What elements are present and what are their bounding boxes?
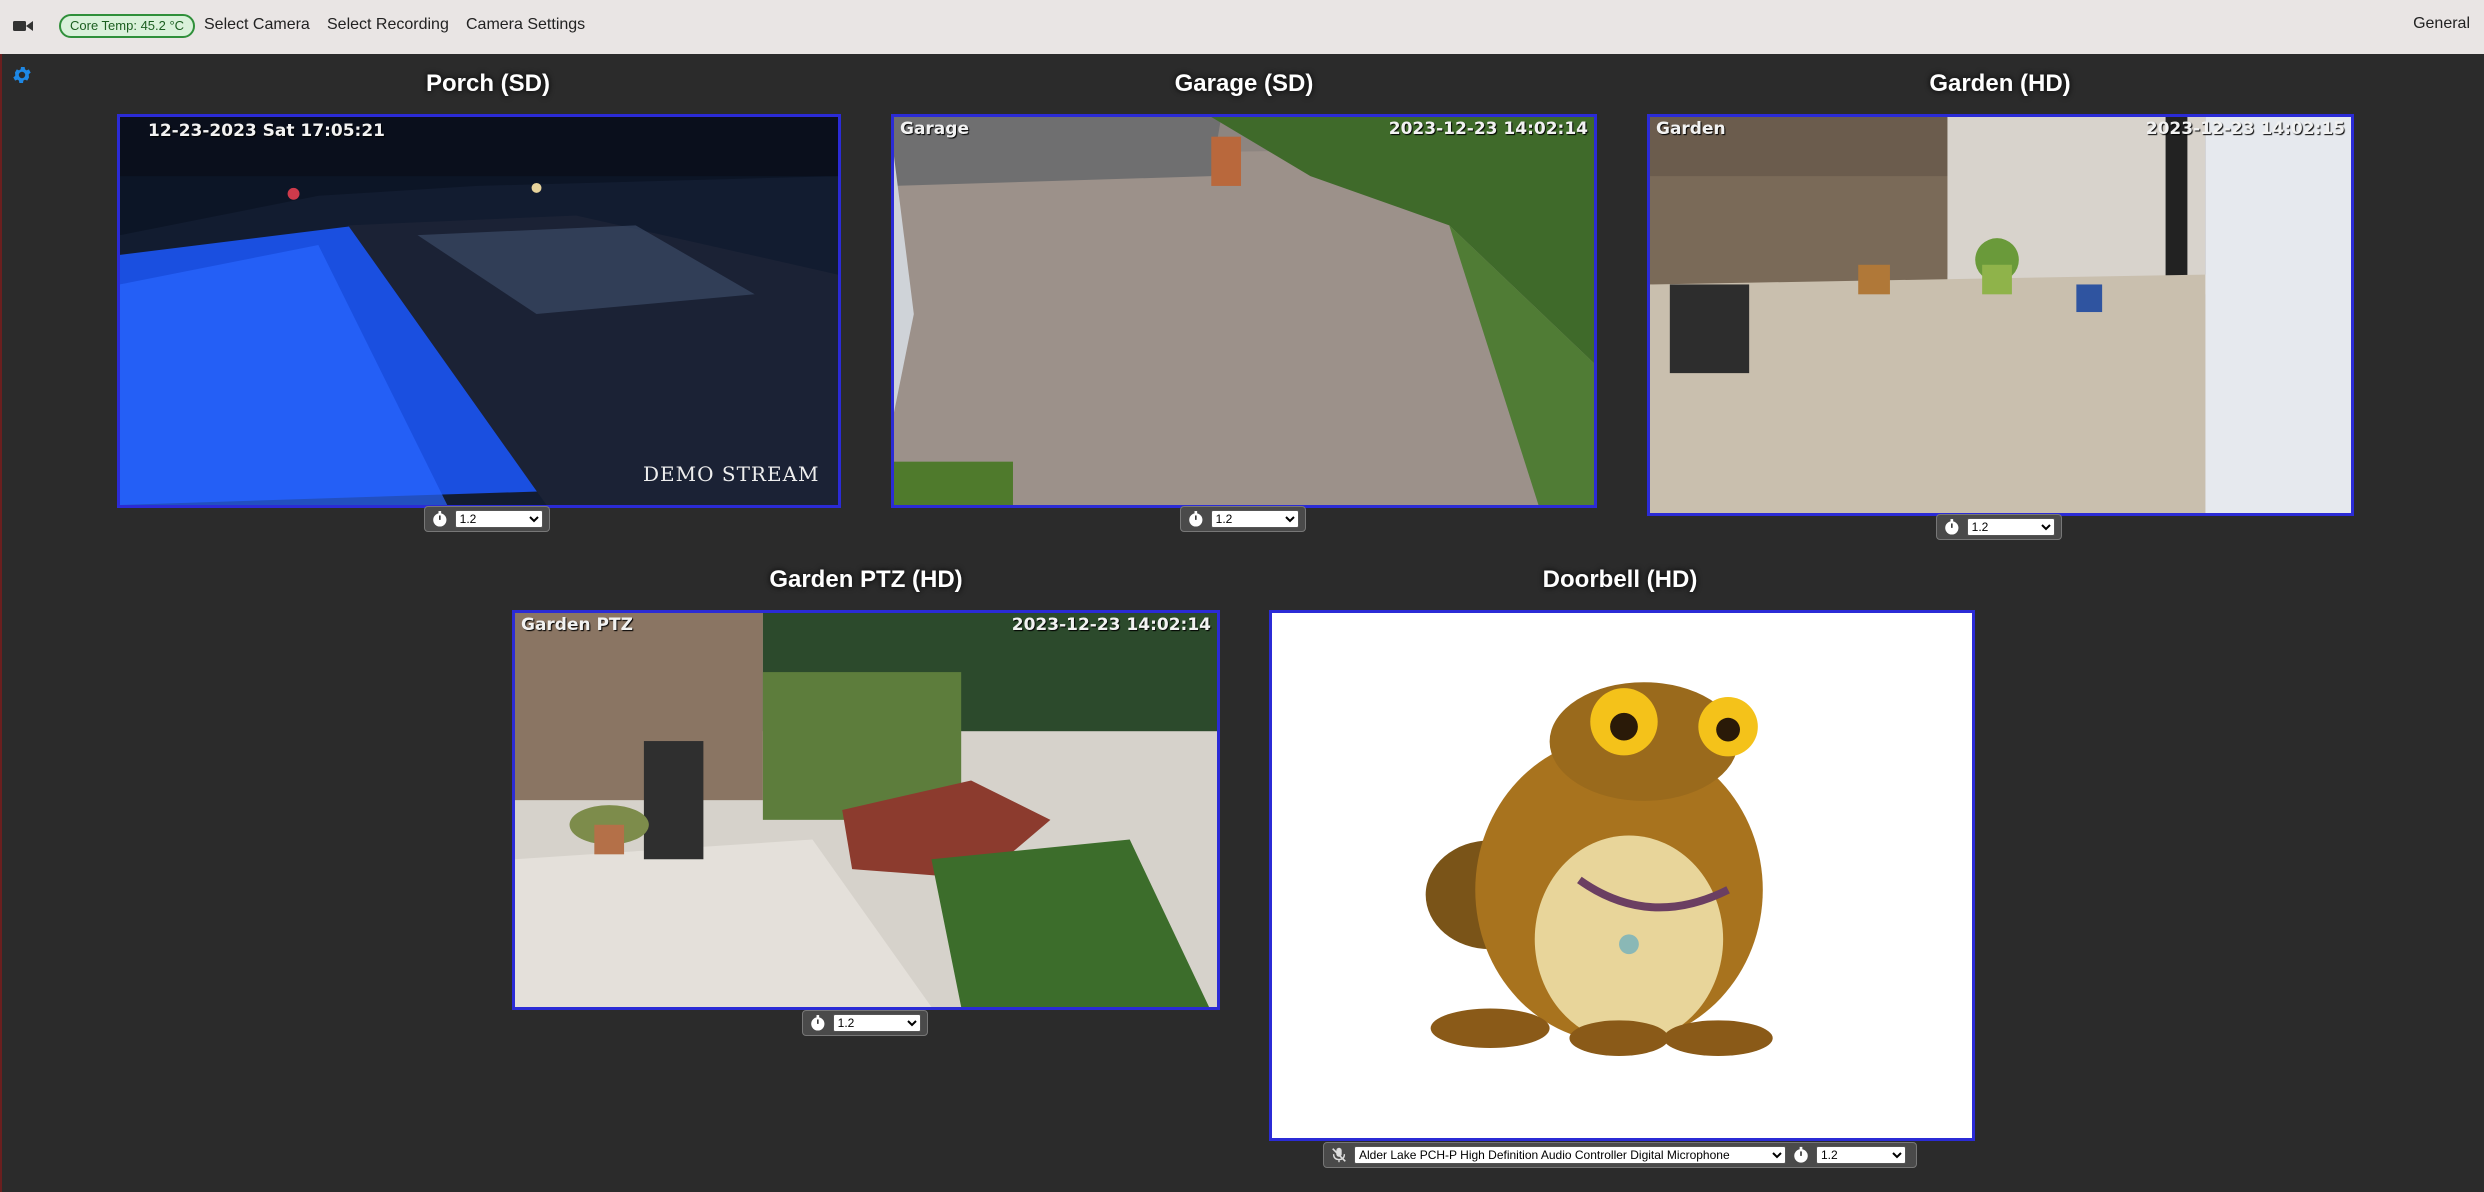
camera-feed-garage[interactable]: Garage 2023-12-23 14:02:14 [891,114,1597,508]
camera-title-garden-ptz: Garden PTZ (HD) [769,566,963,593]
camera-title-doorbell: Doorbell (HD) [1542,566,1698,593]
video-camera-icon[interactable] [12,18,34,34]
stopwatch-icon [811,1015,825,1031]
garden-timestamp-overlay: 2023-12-23 14:02:15 [2145,119,2345,139]
camera-feed-porch[interactable]: 12-23-2023 Sat 17:05:21 DEMO STREAM [117,114,841,508]
garden-ptz-refresh-select[interactable]: 1.2 [832,1014,921,1032]
garage-refresh-select[interactable]: 1.2 [1210,510,1299,528]
camera-title-porch: Porch (SD) [425,70,550,97]
menu-select-camera[interactable]: Select Camera [204,16,310,34]
porch-refresh-select[interactable]: 1.2 [454,510,543,528]
porch-demo-stream-label: DEMO STREAM [643,462,820,486]
microphone-muted-icon[interactable] [1330,1146,1348,1164]
garden-ptz-timestamp-overlay: 2023-12-23 14:02:14 [1011,615,1211,635]
stopwatch-icon [1945,519,1959,535]
porch-video-frame [120,117,838,505]
core-temp-badge: Core Temp: 45.2 °C [59,14,196,38]
camera-feed-garden-ptz[interactable]: Garden PTZ 2023-12-23 14:02:14 [512,610,1220,1010]
garage-video-frame [894,117,1594,505]
doorbell-refresh-select[interactable]: 1.2 [1816,1146,1906,1164]
doorbell-controls: Alder Lake PCH-P High Definition Audio C… [1323,1142,1917,1168]
porch-timestamp-overlay: 12-23-2023 Sat 17:05:21 [148,121,385,141]
garden-ptz-controls: 1.2 [802,1010,928,1036]
garden-controls: 1.2 [1936,514,2062,540]
garden-ptz-label-overlay: Garden PTZ [521,615,633,635]
garden-ptz-video-frame [515,613,1217,1007]
camera-title-garden: Garden (HD) [1929,70,2071,97]
stopwatch-icon [433,511,447,527]
doorbell-audio-device-select[interactable]: Alder Lake PCH-P High Definition Audio C… [1354,1146,1786,1164]
top-navbar: Core Temp: 45.2 °C Select Camera Select … [0,0,2484,54]
left-edge-strip [0,54,2,1192]
garage-timestamp-overlay: 2023-12-23 14:02:14 [1388,119,1588,139]
gear-icon[interactable] [11,64,33,86]
menu-camera-settings[interactable]: Camera Settings [466,16,585,34]
camera-feed-garden[interactable]: Garden 2023-12-23 14:02:15 [1647,114,2354,516]
camera-title-garage: Garage (SD) [1174,70,1314,97]
menu-select-recording[interactable]: Select Recording [327,16,449,34]
garden-video-frame [1650,117,2351,513]
camera-feed-doorbell[interactable] [1269,610,1975,1141]
garage-label-overlay: Garage [900,119,969,139]
porch-controls: 1.2 [424,506,550,532]
doorbell-image-frame [1272,613,1972,1138]
garage-controls: 1.2 [1180,506,1306,532]
garden-label-overlay: Garden [1656,119,1726,139]
menu-general[interactable]: General [2413,15,2470,33]
stopwatch-icon [1794,1146,1808,1163]
stopwatch-icon [1189,511,1203,527]
garden-refresh-select[interactable]: 1.2 [1966,518,2055,536]
